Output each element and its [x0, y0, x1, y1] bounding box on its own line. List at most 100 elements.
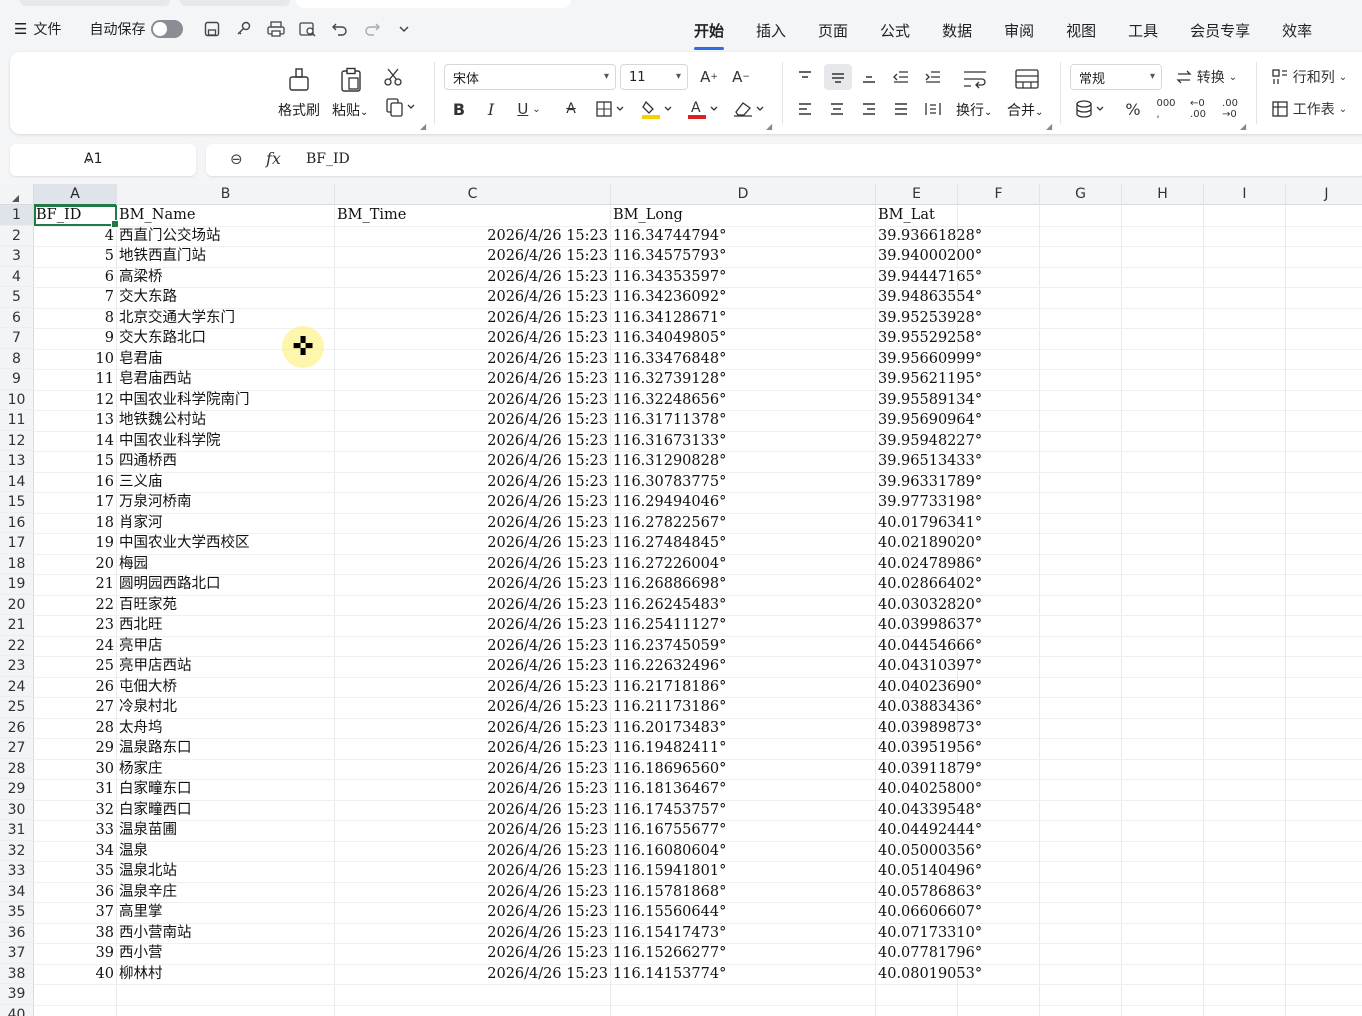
row-header[interactable]: 24 — [0, 676, 34, 697]
cell-name[interactable]: 白家疃西口 — [119, 800, 333, 820]
row-header[interactable]: 3 — [0, 246, 34, 267]
cell-name[interactable]: 肖家河 — [119, 513, 333, 533]
cell-id[interactable]: 8 — [36, 308, 114, 328]
fill-color-icon[interactable] — [640, 98, 676, 120]
key-icon[interactable] — [233, 18, 255, 40]
formula-input[interactable]: BF_ID — [306, 151, 350, 167]
cell-id[interactable]: 11 — [36, 369, 114, 389]
cell-lat[interactable]: 39.96331789° — [878, 472, 998, 492]
merge-cells-icon[interactable] — [1012, 66, 1042, 92]
cell-id[interactable]: 32 — [36, 800, 114, 820]
row-header[interactable]: 33 — [0, 861, 34, 882]
cell-name[interactable]: 梅园 — [119, 554, 333, 574]
cell-id[interactable]: 23 — [36, 615, 114, 635]
cell-name[interactable]: 高梁桥 — [119, 267, 333, 287]
cell-id[interactable]: 5 — [36, 246, 114, 266]
bold-button[interactable]: B — [448, 98, 470, 120]
cell-long[interactable]: 116.34575793° — [613, 246, 873, 266]
row-header[interactable]: 35 — [0, 902, 34, 923]
cell-id[interactable]: 13 — [36, 410, 114, 430]
cell-id[interactable]: 17 — [36, 492, 114, 512]
cell-time[interactable]: 2026/4/26 15:23 — [337, 615, 608, 635]
cell-time[interactable]: 2026/4/26 15:23 — [337, 287, 608, 307]
cell-time[interactable]: 2026/4/26 15:23 — [337, 431, 608, 451]
row-header[interactable]: 38 — [0, 963, 34, 984]
cell-time[interactable]: 2026/4/26 15:23 — [337, 390, 608, 410]
cell-time[interactable]: 2026/4/26 15:23 — [337, 841, 608, 861]
cell-time[interactable]: 2026/4/26 15:23 — [337, 574, 608, 594]
tab-review[interactable]: 审阅 — [988, 20, 1050, 46]
cell-lat[interactable]: 40.05140496° — [878, 861, 998, 881]
font-size-select[interactable]: 11 ▾ — [620, 64, 688, 90]
format-painter-icon[interactable] — [286, 66, 312, 94]
cell-time[interactable]: 2026/4/26 15:23 — [337, 226, 608, 246]
cell-name[interactable]: 高里掌 — [119, 902, 333, 922]
cell-lat[interactable]: 40.06606607° — [878, 902, 998, 922]
cell-long[interactable]: 116.17453757° — [613, 800, 873, 820]
cell-name[interactable]: 百旺家苑 — [119, 595, 333, 615]
cell-lat[interactable]: 40.03951956° — [878, 738, 998, 758]
worksheet-button[interactable]: 工作表 ⌄ — [1268, 98, 1350, 120]
cell-long[interactable]: 116.22632496° — [613, 656, 873, 676]
row-header[interactable]: 19 — [0, 574, 34, 595]
cell-name[interactable]: 太舟坞 — [119, 718, 333, 738]
column-header-g[interactable]: G — [1040, 184, 1122, 205]
row-header[interactable]: 16 — [0, 512, 34, 533]
cell-time[interactable]: 2026/4/26 15:23 — [337, 718, 608, 738]
cell-id[interactable]: 9 — [36, 328, 114, 348]
cell-lat[interactable]: 39.95621195° — [878, 369, 998, 389]
cell-lat[interactable]: 40.07781796° — [878, 943, 998, 963]
cell-long[interactable]: 116.31290828° — [613, 451, 873, 471]
cell-time[interactable]: 2026/4/26 15:23 — [337, 882, 608, 902]
cell-name[interactable]: 万泉河桥南 — [119, 492, 333, 512]
cell-time[interactable]: 2026/4/26 15:23 — [337, 779, 608, 799]
row-header[interactable]: 30 — [0, 799, 34, 820]
underline-button[interactable]: U ⌄ — [512, 98, 546, 120]
cell-name[interactable]: 西小营 — [119, 943, 333, 963]
cell-lat[interactable]: 40.02189020° — [878, 533, 998, 553]
row-header[interactable]: 31 — [0, 820, 34, 841]
align-bottom-icon[interactable] — [858, 66, 880, 88]
cell-lat[interactable]: 39.95253928° — [878, 308, 998, 328]
cell-name[interactable]: 白家疃东口 — [119, 779, 333, 799]
cell-time[interactable]: 2026/4/26 15:23 — [337, 554, 608, 574]
tab-tools[interactable]: 工具 — [1112, 20, 1174, 46]
cell-time[interactable]: 2026/4/26 15:23 — [337, 472, 608, 492]
cell-lat[interactable]: 39.95660999° — [878, 349, 998, 369]
cell-long[interactable]: 116.25411127° — [613, 615, 873, 635]
column-header-j[interactable]: J — [1286, 184, 1362, 205]
font-name-select[interactable]: 宋体 ▾ — [444, 64, 616, 90]
cell-long[interactable]: 116.31673133° — [613, 431, 873, 451]
cell-long[interactable]: 116.15941801° — [613, 861, 873, 881]
cell-lat[interactable]: 39.95589134° — [878, 390, 998, 410]
cell-id[interactable]: 24 — [36, 636, 114, 656]
cell-time[interactable]: 2026/4/26 15:23 — [337, 246, 608, 266]
paste-icon[interactable] — [338, 66, 364, 94]
strikethrough-icon[interactable]: A — [560, 98, 582, 120]
row-header[interactable]: 20 — [0, 594, 34, 615]
header-cell-c1[interactable]: BM_Time — [337, 205, 406, 225]
cell-long[interactable]: 116.33476848° — [613, 349, 873, 369]
clipboard-launcher-icon[interactable]: ◢ — [420, 122, 426, 131]
cell-long[interactable]: 116.18696560° — [613, 759, 873, 779]
align-right-icon[interactable] — [858, 98, 880, 120]
cell-time[interactable]: 2026/4/26 15:23 — [337, 267, 608, 287]
cell-lat[interactable]: 40.05000356° — [878, 841, 998, 861]
row-header[interactable]: 34 — [0, 881, 34, 902]
cell-lat[interactable]: 40.02866402° — [878, 574, 998, 594]
column-header-h[interactable]: H — [1122, 184, 1204, 205]
increase-decimal-icon[interactable]: ←0.00 — [1186, 98, 1210, 120]
cell-time[interactable]: 2026/4/26 15:23 — [337, 492, 608, 512]
cell-name[interactable]: 温泉辛庄 — [119, 882, 333, 902]
cell-lat[interactable]: 39.95690964° — [878, 410, 998, 430]
row-header[interactable]: 23 — [0, 656, 34, 677]
row-header[interactable]: 10 — [0, 389, 34, 410]
cell-time[interactable]: 2026/4/26 15:23 — [337, 533, 608, 553]
row-header[interactable]: 21 — [0, 615, 34, 636]
tab-home[interactable]: 开始 — [694, 20, 740, 50]
cell-time[interactable]: 2026/4/26 15:23 — [337, 677, 608, 697]
cell-name[interactable]: 亮甲店 — [119, 636, 333, 656]
cell-long[interactable]: 116.14153774° — [613, 964, 873, 984]
cell-lat[interactable]: 39.97733198° — [878, 492, 998, 512]
distribute-icon[interactable] — [922, 98, 944, 120]
